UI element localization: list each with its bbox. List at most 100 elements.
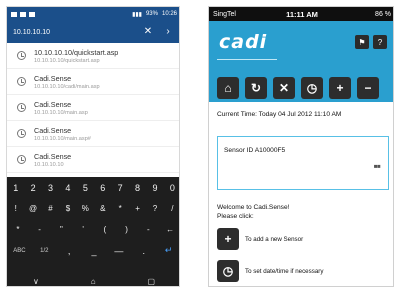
key[interactable]: " [51,225,73,234]
clock-icon [17,77,26,86]
add-icon[interactable]: + [329,77,351,99]
key[interactable]: 5 [77,183,94,193]
key[interactable]: 9 [146,183,163,193]
notification-icon [11,11,17,17]
key[interactable]: , [57,246,82,256]
key[interactable]: - [29,225,51,234]
remove-icon[interactable]: − [357,77,379,99]
abc-key[interactable]: ABC [7,248,32,254]
help-icon[interactable]: ? [373,35,387,49]
symbols-page-key[interactable]: 1/2 [32,248,57,254]
keyboard: 1 2 3 4 5 6 7 8 9 0 ! @ # $ % & * + ? / … [7,177,179,286]
url-bar[interactable]: 10.10.10.10 ✕ › [7,21,179,43]
key[interactable]: % [77,204,94,213]
history-title: Cadi.Sense [34,151,72,161]
back-icon[interactable]: ∨ [33,277,39,286]
key[interactable]: * [7,225,29,234]
history-url: 10.10.10.10/cadi/main.asp [34,83,100,90]
key[interactable]: + [129,204,146,213]
keyboard-row-numbers: 1 2 3 4 5 6 7 8 9 0 [7,177,179,198]
logo-underline [217,59,277,60]
refresh-icon[interactable]: ↻ [245,77,267,99]
tools-icon[interactable]: ✕ [273,77,295,99]
clock-icon [17,103,26,112]
welcome-text: Welcome to Cadi.Sense! Please click: [217,203,289,221]
toolbar: ⌂ ↻ ✕ ◷ + − [209,74,393,102]
android-nav-bar: ∨ ⌂ ▢ [7,275,179,286]
key[interactable]: . [131,246,156,256]
current-time-text: Current Time: Today 04 Jul 2012 11:10 AM [217,111,342,118]
key[interactable]: ? [146,204,163,213]
history-title: Cadi.Sense [34,125,72,135]
clock-icon[interactable]: ◷ [217,260,239,282]
keyboard-row-bottom: ABC 1/2 , _ — . ↵ [7,240,179,261]
key[interactable]: 2 [24,183,41,193]
key[interactable]: 3 [42,183,59,193]
key[interactable]: 6 [94,183,111,193]
add-sensor-label: To add a new Sensor [245,235,304,243]
enter-key[interactable]: ↵ [156,245,179,256]
android-status-bar: ▮▮▮ 93% 10:26 [7,7,179,21]
welcome-line: Welcome to Cadi.Sense! [217,204,290,211]
key[interactable]: - [138,225,160,234]
settings-icon[interactable]: ⚑ [355,35,369,49]
battery-text: 93% [145,11,158,17]
home-icon[interactable]: ⌂ [217,77,239,99]
app-header: cadi ⚑ ? [209,21,393,74]
backspace-key[interactable]: ← [159,225,179,234]
clock-icon[interactable]: ◷ [301,77,323,99]
set-datetime-action[interactable]: ◷ To set date/time if necessary [217,260,323,282]
keyboard-row-symbols: ! @ # $ % & * + ? / [7,198,179,219]
key[interactable]: _ [82,246,107,256]
android-screen: ▮▮▮ 93% 10:26 10.10.10.10 ✕ › 10.10.10.1… [6,6,180,287]
history-item[interactable]: Cadi.Sense 10.10.10.10/main.asp# [7,121,179,147]
clock-icon [17,51,26,60]
key[interactable]: * [111,204,128,213]
key[interactable]: 4 [59,183,76,193]
url-input[interactable]: 10.10.10.10 [13,29,135,36]
add-sensor-icon[interactable]: + [217,228,239,250]
history-url: 10.10.10.10/main.asp [34,109,88,116]
key[interactable]: $ [59,204,76,213]
history-url: 10.10.10.10/quickstart.asp [34,57,100,64]
key[interactable]: 1 [7,183,24,193]
history-url: 10.10.10.10 [34,161,64,168]
key[interactable]: ) [116,225,138,234]
history-title: 10.10.10.10/quickstart.asp [34,47,119,57]
history-item[interactable]: Cadi.Sense 10.10.10.10/cadi/main.asp [7,69,179,95]
key[interactable]: @ [24,204,41,213]
key[interactable]: ( [94,225,116,234]
history-title: Cadi.Sense [34,99,72,109]
notification-icon [20,11,26,17]
status-time: 10:26 [161,11,177,17]
signal-icon: ▮▮▮ [132,11,142,18]
key[interactable]: & [94,204,111,213]
home-icon[interactable]: ⌂ [91,277,96,286]
notification-icons [11,11,35,17]
cadi-logo: cadi [219,31,268,53]
space-key[interactable]: — [106,246,131,256]
go-arrow-icon[interactable]: › [161,27,175,37]
history-item[interactable]: Cadi.Sense 10.10.10.10 [7,147,179,173]
key[interactable]: ' [72,225,94,234]
history-item[interactable]: Cadi.Sense 10.10.10.10/main.asp [7,95,179,121]
close-icon[interactable]: ✕ [141,27,155,37]
sensor-card[interactable]: Sensor ID A10000F5 ▪▪ [217,136,389,190]
welcome-prompt: Please click: [217,213,254,220]
ios-screen: SingTel 11:11 AM 86 % cadi ⚑ ? ⌂ ↻ ✕ ◷ +… [208,6,394,287]
key[interactable]: 7 [111,183,128,193]
history-item[interactable]: 10.10.10.10/quickstart.asp 10.10.10.10/q… [7,43,179,69]
key[interactable]: / [164,204,179,213]
key[interactable]: 0 [164,183,179,193]
key[interactable]: # [42,204,59,213]
history-url: 10.10.10.10/main.asp# [34,135,91,142]
key[interactable]: ! [7,204,24,213]
keyboard-row-punct: * - " ' ( ) - ← [7,219,179,240]
add-sensor-action[interactable]: + To add a new Sensor [217,228,303,250]
status-time: 11:11 AM [286,9,318,19]
recents-icon[interactable]: ▢ [147,277,155,286]
key[interactable]: 8 [129,183,146,193]
history-list: 10.10.10.10/quickstart.asp 10.10.10.10/q… [7,43,179,177]
ios-status-bar: SingTel 11:11 AM 86 % [209,7,393,21]
clock-icon [17,129,26,138]
